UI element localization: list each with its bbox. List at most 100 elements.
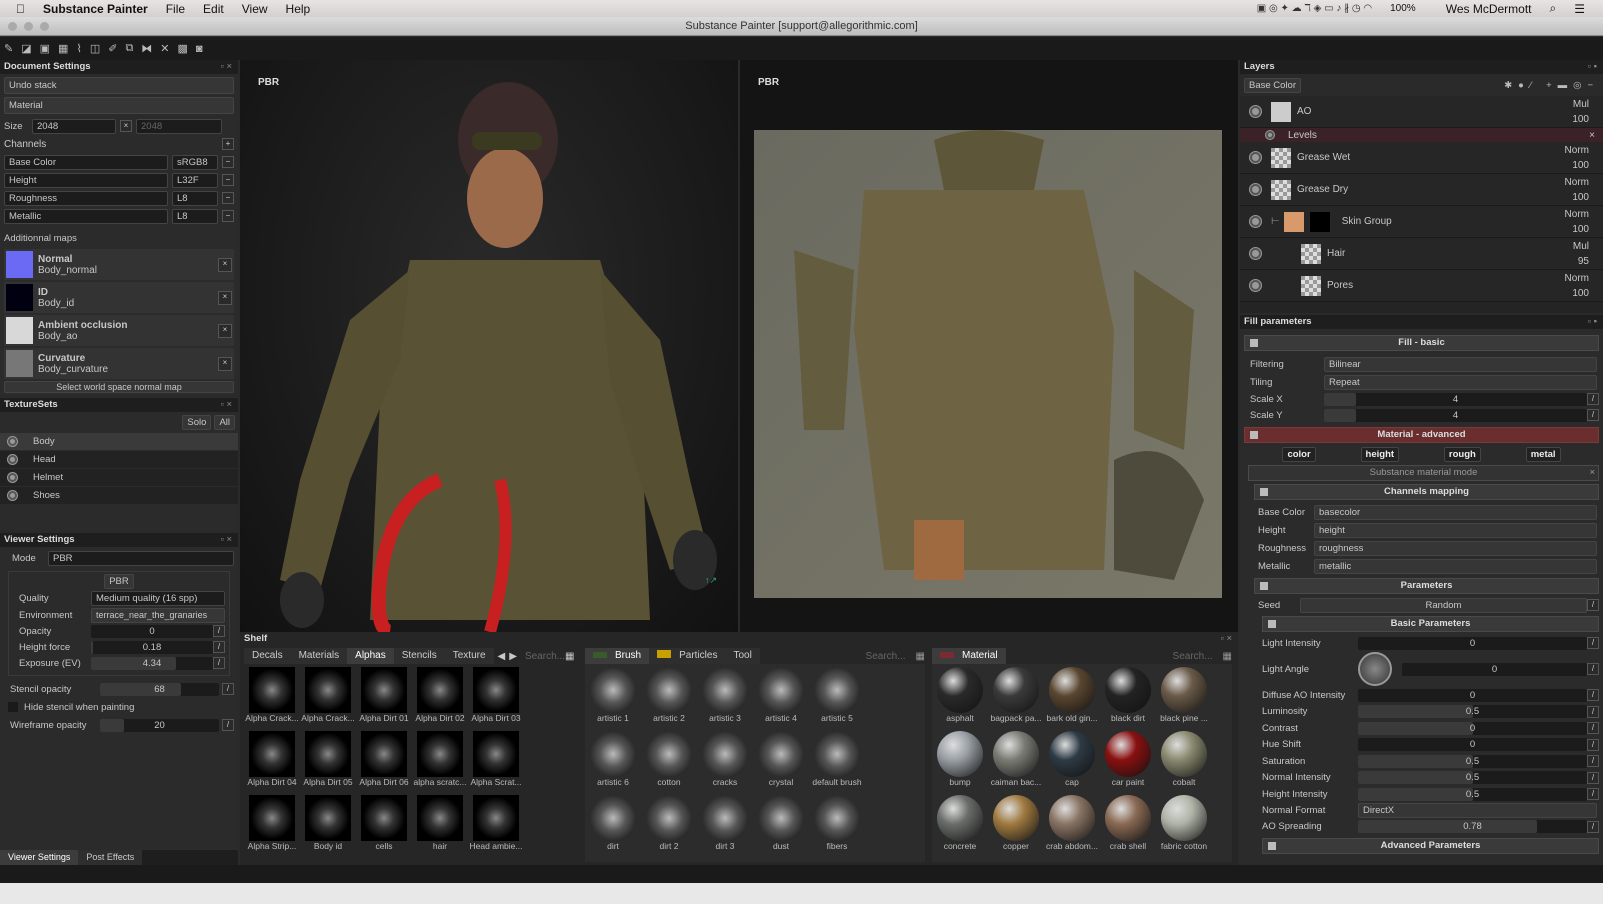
panel-close-icon[interactable]: ▫ ×	[220, 533, 232, 547]
param-slider[interactable]: 0.5	[1358, 787, 1587, 801]
tiling-select[interactable]: Repeat	[1324, 374, 1597, 390]
alpha-item[interactable]: Alpha Scrat...	[468, 731, 524, 795]
visibility-icon[interactable]	[1250, 248, 1261, 259]
brush-item[interactable]: artistic 6	[585, 731, 641, 795]
visibility-icon[interactable]	[8, 491, 17, 500]
brush-item[interactable]: artistic 4	[753, 667, 809, 731]
channel-select[interactable]: Base Color	[1244, 77, 1301, 93]
alpha-item[interactable]: Alpha Strip...	[244, 795, 300, 859]
hide-stencil-checkbox[interactable]	[8, 702, 18, 712]
edit-icon[interactable]: /	[1587, 689, 1599, 702]
layer-opacity[interactable]: 100	[1565, 158, 1589, 173]
edit-icon[interactable]: /	[1587, 738, 1599, 751]
visibility-icon[interactable]	[8, 455, 17, 464]
normal-format-select[interactable]: DirectX	[1358, 803, 1597, 818]
edit-icon[interactable]: /	[1587, 663, 1599, 675]
additional-map-item[interactable]: Curvature Body_curvature ×	[4, 348, 234, 379]
edit-icon[interactable]: /	[1587, 755, 1599, 768]
mode-select[interactable]: PBR	[48, 550, 234, 566]
channel-toggle-button[interactable]: color	[1282, 447, 1316, 462]
channel-format-select[interactable]: L8	[172, 190, 218, 206]
channel-toggle-button[interactable]: height	[1360, 447, 1400, 462]
mapping-select[interactable]: metallic	[1314, 558, 1597, 574]
mapping-select[interactable]: roughness	[1314, 540, 1597, 556]
shelf-tab[interactable]: Texture	[444, 648, 494, 664]
stencil-opacity-slider[interactable]: 68	[100, 682, 219, 696]
material-section[interactable]: Material	[4, 97, 234, 114]
edit-icon[interactable]: /	[1587, 705, 1599, 718]
spotlight-icon[interactable]: ⌕	[1550, 1, 1557, 16]
edit-icon[interactable]: /	[1587, 409, 1599, 421]
edit-icon[interactable]: /	[1587, 637, 1599, 649]
grid-view-icon[interactable]: ▦	[916, 651, 925, 662]
edit-icon[interactable]: /	[1587, 788, 1599, 801]
layer-row[interactable]: Grease Wet Norm 100	[1240, 142, 1603, 174]
brush-item[interactable]: artistic 3	[697, 667, 753, 731]
brush-item[interactable]: cracks	[697, 731, 753, 795]
edit-icon[interactable]: /	[1587, 722, 1599, 735]
shelf-tab[interactable]: Materials	[290, 648, 348, 664]
alpha-item[interactable]: Alpha Dirt 06	[356, 731, 412, 795]
mirror-icon[interactable]: ⧓	[141, 42, 152, 55]
edit-icon[interactable]: /	[213, 657, 225, 669]
param-slider[interactable]: 0.5	[1358, 771, 1587, 785]
grid-view-icon[interactable]: ▦	[1223, 651, 1232, 662]
param-slider[interactable]: 0.5	[1358, 705, 1587, 719]
edit-icon[interactable]: /	[1587, 599, 1599, 611]
layer-opacity[interactable]: 100	[1565, 286, 1589, 301]
layer-row[interactable]: AO Mul 100	[1240, 96, 1603, 128]
edit-icon[interactable]: /	[213, 625, 225, 637]
texture-set-item[interactable]: Shoes	[0, 487, 238, 505]
param-slider[interactable]: 0	[1358, 738, 1587, 752]
paint-tool-icon[interactable]: ✎	[4, 42, 13, 55]
remove-channel-button[interactable]: −	[222, 174, 234, 186]
remove-map-button[interactable]: ×	[218, 323, 232, 338]
filtering-select[interactable]: Bilinear	[1324, 356, 1597, 372]
material-item[interactable]: copper	[988, 795, 1044, 859]
shelf-tab[interactable]: Stencils	[393, 648, 445, 664]
quality-select[interactable]: Medium quality (16 spp)	[91, 590, 225, 606]
visibility-icon[interactable]	[1250, 152, 1261, 163]
panel-close-icon[interactable]: ▫ ×	[1220, 632, 1232, 646]
material-item[interactable]: crab shell	[1100, 795, 1156, 859]
3d-viewport[interactable]: PBR ↑↗	[240, 60, 738, 632]
environment-button[interactable]: terrace_near_the_granaries	[91, 607, 225, 623]
alpha-item[interactable]: cells	[356, 795, 412, 859]
layer-blend-mode[interactable]: Mul	[1573, 239, 1589, 254]
menu-view[interactable]: View	[242, 2, 268, 16]
ao-spreading-slider[interactable]: 0.78	[1358, 820, 1587, 833]
visibility-icon[interactable]	[8, 473, 17, 482]
edit-icon[interactable]: /	[222, 719, 234, 731]
texture-set-item[interactable]: Helmet	[0, 469, 238, 487]
fill-basic-header[interactable]: Fill - basic	[1244, 335, 1599, 351]
solo-button[interactable]: Solo	[182, 415, 212, 430]
layer-blend-mode[interactable]: Norm	[1565, 175, 1589, 190]
brush-item[interactable]: dirt 3	[697, 795, 753, 859]
alpha-item[interactable]: Alpha Dirt 02	[412, 667, 468, 731]
size-width-select[interactable]: 2048	[32, 118, 116, 134]
brush-item[interactable]: cotton	[641, 731, 697, 795]
symmetry-icon[interactable]: ✕	[160, 42, 169, 55]
material-item[interactable]: cobalt	[1156, 731, 1212, 795]
tab-post-effects[interactable]: Post Effects	[78, 850, 143, 865]
alpha-item[interactable]: Alpha Crack...	[244, 667, 300, 731]
remove-map-button[interactable]: ×	[218, 356, 232, 371]
visibility-icon[interactable]	[1250, 184, 1261, 195]
scroll-right-icon[interactable]: ▶	[509, 651, 517, 662]
eraser-tool-icon[interactable]: ◪	[21, 42, 31, 55]
add-channel-button[interactable]: +	[222, 138, 234, 150]
material-item[interactable]: crab abdom...	[1044, 795, 1100, 859]
material-item[interactable]: bark old gin...	[1044, 667, 1100, 731]
seed-random-button[interactable]: Random	[1300, 597, 1587, 613]
channels-mapping-header[interactable]: Channels mapping	[1254, 484, 1599, 500]
user-name[interactable]: Wes McDermott	[1446, 2, 1532, 16]
wireframe-opacity-slider[interactable]: 20	[100, 718, 219, 732]
viewer-slider[interactable]: 4.34	[91, 656, 213, 670]
alpha-item[interactable]: Alpha Dirt 01	[356, 667, 412, 731]
material-item[interactable]: black dirt	[1100, 667, 1156, 731]
param-slider[interactable]: 0.5	[1358, 754, 1587, 768]
material-item[interactable]: black pine ...	[1156, 667, 1212, 731]
alpha-item[interactable]: Body id	[300, 795, 356, 859]
channel-toggle-button[interactable]: rough	[1443, 447, 1481, 462]
alpha-item[interactable]: Alpha Dirt 05	[300, 731, 356, 795]
